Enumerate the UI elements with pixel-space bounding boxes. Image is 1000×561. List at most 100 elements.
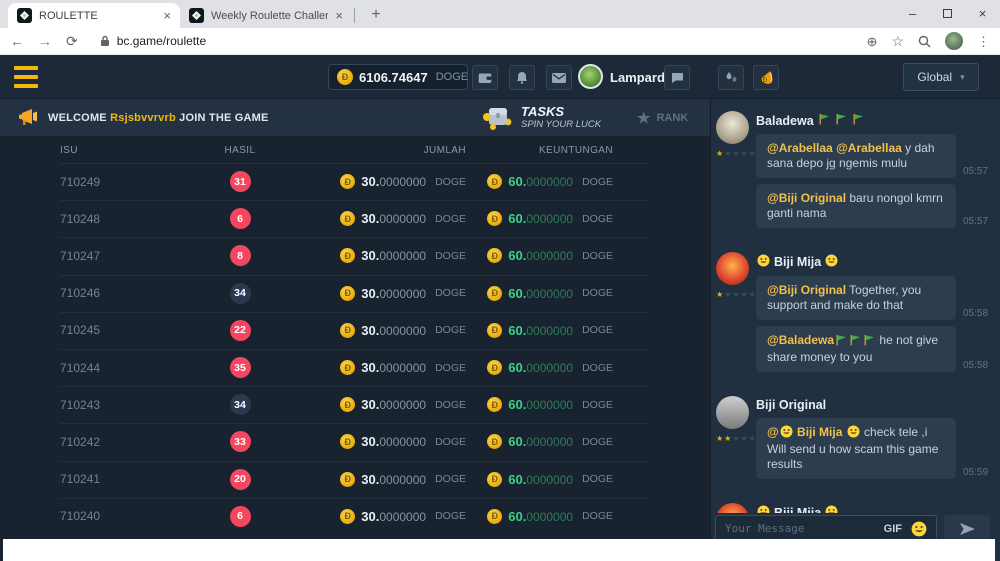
circle-plus-icon[interactable]: ⊕: [867, 35, 878, 48]
bet-amount: Ð30.0000000DOGE: [320, 509, 466, 524]
flag-emoji: [849, 334, 861, 350]
table-row[interactable]: 710245 22 Ð30.0000000DOGE Ð60.0000000DOG…: [0, 312, 710, 349]
table-row[interactable]: 710248 6 Ð30.0000000DOGE Ð60.0000000DOGE: [0, 200, 710, 237]
chat-username[interactable]: Baladewa: [756, 113, 990, 128]
chat-group: ★★★★★ Biji Mija @Biji Original Together,…: [716, 252, 990, 378]
flag-emoji: [852, 113, 864, 128]
chat-input-box[interactable]: GIF: [715, 515, 937, 542]
table-row[interactable]: 710247 8 Ð30.0000000DOGE Ð60.0000000DOGE: [0, 237, 710, 274]
minimize-button[interactable]: –: [895, 7, 930, 20]
chat-group: ★★★★★ Biji Mija Ok 05:59: [716, 503, 990, 513]
maximize-button[interactable]: [930, 7, 965, 20]
balance-selector[interactable]: Ð 6106.74647 DOGE ▾: [328, 64, 468, 90]
chat-username[interactable]: Biji Mija: [756, 505, 990, 513]
wallet-button[interactable]: [472, 65, 498, 90]
user-star-rating: ★★★★★: [716, 434, 756, 443]
bookmark-star-icon[interactable]: ☆: [891, 34, 904, 48]
user-mention[interactable]: @Baladewa: [767, 333, 834, 347]
chat-user-avatar[interactable]: [716, 252, 749, 285]
rain-button[interactable]: [718, 65, 744, 90]
tab-close-icon[interactable]: ×: [163, 9, 171, 22]
round-id: 710246: [60, 286, 160, 300]
emoji-picker-icon[interactable]: [911, 521, 927, 537]
site-favicon-icon: [189, 8, 204, 23]
bet-amount: Ð30.0000000DOGE: [320, 472, 466, 487]
back-icon[interactable]: ←: [10, 34, 24, 48]
table-row[interactable]: 710244 35 Ð30.0000000DOGE Ð60.0000000DOG…: [0, 349, 710, 386]
chat-group: ★★★★★ Biji Original @ Biji Mija check te…: [716, 396, 990, 485]
toolbar-right-icons: ⊕ ☆ ⋮: [867, 32, 990, 50]
user-mention[interactable]: @Biji Original: [767, 191, 846, 205]
doge-coin-icon: Ð: [340, 397, 355, 412]
doge-coin-icon: Ð: [340, 248, 355, 263]
wallet-icon: [478, 72, 492, 84]
doge-coin-icon: Ð: [340, 174, 355, 189]
user-mention[interactable]: Biji Mija: [794, 425, 846, 439]
grin-emoji: [825, 505, 838, 513]
browser-toolbar: ← → ⟳ bc.game/roulette ⊕ ☆ ⋮: [0, 28, 1000, 55]
chat-user-avatar[interactable]: [716, 111, 749, 144]
user-mention[interactable]: @Biji Original: [767, 283, 846, 297]
roulette-result-ball: 35: [230, 357, 251, 378]
table-row[interactable]: 710243 34 Ð30.0000000DOGE Ð60.0000000DOG…: [0, 386, 710, 423]
search-icon[interactable]: [918, 35, 931, 48]
round-id: 710249: [60, 175, 160, 189]
rank-shortcut[interactable]: ★ RANK: [637, 99, 688, 137]
close-button[interactable]: ×: [965, 7, 1000, 20]
tasks-shortcut[interactable]: TASKS SPIN YOUR LUCK: [481, 102, 601, 132]
bet-amount: Ð30.0000000DOGE: [320, 248, 466, 263]
notifications-button[interactable]: [509, 65, 535, 90]
message-timestamp: 05:59: [963, 467, 988, 478]
chat-toggle-button[interactable]: [664, 65, 690, 90]
table-row[interactable]: 710249 31 Ð30.0000000DOGE Ð60.0000000DOG…: [0, 163, 710, 200]
doge-coin-icon: Ð: [340, 360, 355, 375]
user-avatar[interactable]: [578, 64, 603, 89]
chat-message: @Biji Original Together, you support and…: [756, 276, 990, 320]
table-row[interactable]: 710242 33 Ð30.0000000DOGE Ð60.0000000DOG…: [0, 423, 710, 460]
menu-dots-icon[interactable]: ⋮: [977, 35, 990, 48]
browser-tabstrip: ROULETTE × Weekly Roulette Challenge - W…: [0, 0, 1000, 28]
reload-icon[interactable]: ⟳: [66, 34, 78, 48]
browser-profile-avatar[interactable]: [945, 32, 963, 50]
chat-username[interactable]: Biji Mija: [756, 254, 990, 270]
chat-message-input[interactable]: [725, 522, 875, 535]
user-mention[interactable]: @Arabellaa: [767, 141, 833, 155]
chat-message-bubble: @Biji Original baru nongol kmrn ganti na…: [756, 184, 956, 228]
roulette-result-ball: 8: [230, 245, 251, 266]
rank-star-icon: ★: [637, 109, 650, 127]
chat-user-avatar[interactable]: [716, 503, 749, 513]
welcome-message: WELCOME Rsjsbvvrvrb JOIN THE GAME: [48, 112, 269, 124]
gif-button[interactable]: GIF: [884, 523, 902, 535]
chat-message: @Arabellaa @Arabellaa y dah sana depo jg…: [756, 134, 990, 178]
chat-channel-select[interactable]: Global ▾: [903, 63, 979, 91]
user-mention[interactable]: @: [767, 425, 779, 439]
window-controls: – ×: [895, 0, 1000, 26]
table-row[interactable]: 710241 20 Ð30.0000000DOGE Ð60.0000000DOG…: [0, 461, 710, 498]
address-bar[interactable]: bc.game/roulette: [92, 34, 853, 48]
menu-hamburger-icon[interactable]: [14, 66, 38, 88]
tab-weekly-challenge[interactable]: Weekly Roulette Challenge - Win ×: [180, 3, 352, 28]
site-favicon-icon: [17, 8, 32, 23]
tab-roulette[interactable]: ROULETTE ×: [8, 3, 180, 28]
bet-profit: Ð60.0000000DOGE: [466, 397, 613, 412]
svg-text:Ð: Ð: [762, 77, 767, 84]
doge-coin-icon: Ð: [340, 509, 355, 524]
send-message-button[interactable]: [944, 515, 990, 542]
doge-coin-icon: Ð: [340, 211, 355, 226]
new-tab-button[interactable]: +: [365, 4, 387, 26]
doge-coin-icon: Ð: [487, 286, 502, 301]
table-row[interactable]: 710246 34 Ð30.0000000DOGE Ð60.0000000DOG…: [0, 275, 710, 312]
welcome-suffix: JOIN THE GAME: [179, 112, 268, 124]
table-row[interactable]: 710240 6 Ð30.0000000DOGE Ð60.0000000DOGE: [0, 498, 710, 535]
forward-icon[interactable]: →: [38, 34, 52, 48]
site-header: Ð 6106.74647 DOGE ▾ Lampard ▾: [0, 55, 1000, 99]
chat-user-avatar[interactable]: [716, 396, 749, 429]
coin-drop-button[interactable]: Ð: [753, 65, 779, 90]
doge-coin-icon: Ð: [340, 472, 355, 487]
chat-username[interactable]: Biji Original: [756, 398, 990, 412]
messages-button[interactable]: [546, 65, 572, 90]
user-mention[interactable]: @Arabellaa: [836, 141, 902, 155]
tasks-title: TASKS: [521, 104, 601, 119]
tab-close-icon[interactable]: ×: [335, 9, 343, 22]
rank-label: RANK: [656, 112, 688, 124]
